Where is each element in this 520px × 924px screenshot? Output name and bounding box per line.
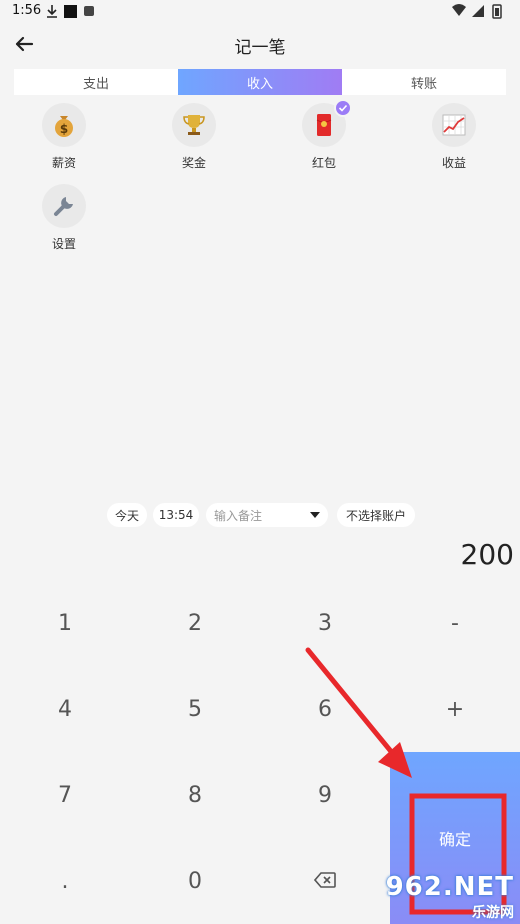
key-1[interactable]: 1 (0, 580, 130, 666)
key-3[interactable]: 3 (260, 580, 390, 666)
svg-text:$: $ (60, 122, 68, 136)
font-notification-icon (84, 6, 94, 16)
type-tabs: 支出 收入 转账 (14, 69, 506, 95)
key-0[interactable]: 0 (130, 838, 260, 924)
category-label: 奖金 (181, 156, 206, 170)
watermark: 962.NET 乐游网 (386, 872, 514, 922)
key-minus[interactable]: - (390, 580, 520, 666)
status-right-icons (450, 3, 510, 23)
category-label: 设置 (51, 237, 76, 251)
wifi-icon (452, 4, 466, 16)
note-input[interactable]: 输入备注 (206, 503, 328, 527)
key-7[interactable]: 7 (0, 752, 130, 838)
category-settings[interactable]: 设置 (34, 184, 94, 252)
status-bar: 1:56 (0, 0, 520, 24)
trophy-icon (172, 103, 216, 147)
category-bonus[interactable]: 奖金 (164, 103, 224, 171)
selected-check-icon (334, 99, 352, 117)
key-6[interactable]: 6 (260, 666, 390, 752)
red-envelope-icon (302, 99, 352, 147)
wrench-icon (42, 184, 86, 228)
backspace-key[interactable] (260, 838, 390, 924)
tab-transfer[interactable]: 转账 (342, 69, 506, 95)
date-chip[interactable]: 今天 (107, 503, 147, 527)
note-placeholder: 输入备注 (214, 508, 263, 523)
category-label: 红包 (311, 156, 336, 170)
category-label: 薪资 (51, 156, 76, 170)
tab-expense[interactable]: 支出 (14, 69, 178, 95)
time-chip[interactable]: 13:54 (153, 503, 199, 527)
category-earnings[interactable]: 收益 (424, 103, 484, 171)
money-bag-icon: $ (42, 103, 86, 147)
status-time: 1:56 (12, 3, 42, 18)
app-notification-icon (64, 5, 77, 18)
key-9[interactable]: 9 (260, 752, 390, 838)
download-icon (47, 5, 57, 18)
page-title: 记一笔 (234, 38, 286, 58)
key-dot[interactable]: . (0, 838, 130, 924)
key-plus[interactable]: + (390, 666, 520, 752)
key-5[interactable]: 5 (130, 666, 260, 752)
key-4[interactable]: 4 (0, 666, 130, 752)
watermark-logo: 962.NET (385, 872, 514, 902)
amount-display: 200 (460, 538, 514, 571)
watermark-subtitle: 乐游网 (472, 905, 514, 921)
category-label: 收益 (441, 156, 466, 170)
app-header: 记一笔 (0, 26, 520, 66)
category-salary[interactable]: $ 薪资 (34, 103, 94, 171)
chevron-down-icon[interactable] (310, 512, 320, 518)
signal-icon (472, 5, 484, 17)
account-chip[interactable]: 不选择账户 (337, 503, 415, 527)
key-2[interactable]: 2 (130, 580, 260, 666)
tab-income[interactable]: 收入 (178, 69, 342, 95)
category-red-envelope[interactable]: 红包 (294, 99, 354, 171)
chart-icon (432, 103, 476, 147)
key-8[interactable]: 8 (130, 752, 260, 838)
backspace-icon (313, 869, 336, 894)
notification-icons (46, 4, 106, 24)
